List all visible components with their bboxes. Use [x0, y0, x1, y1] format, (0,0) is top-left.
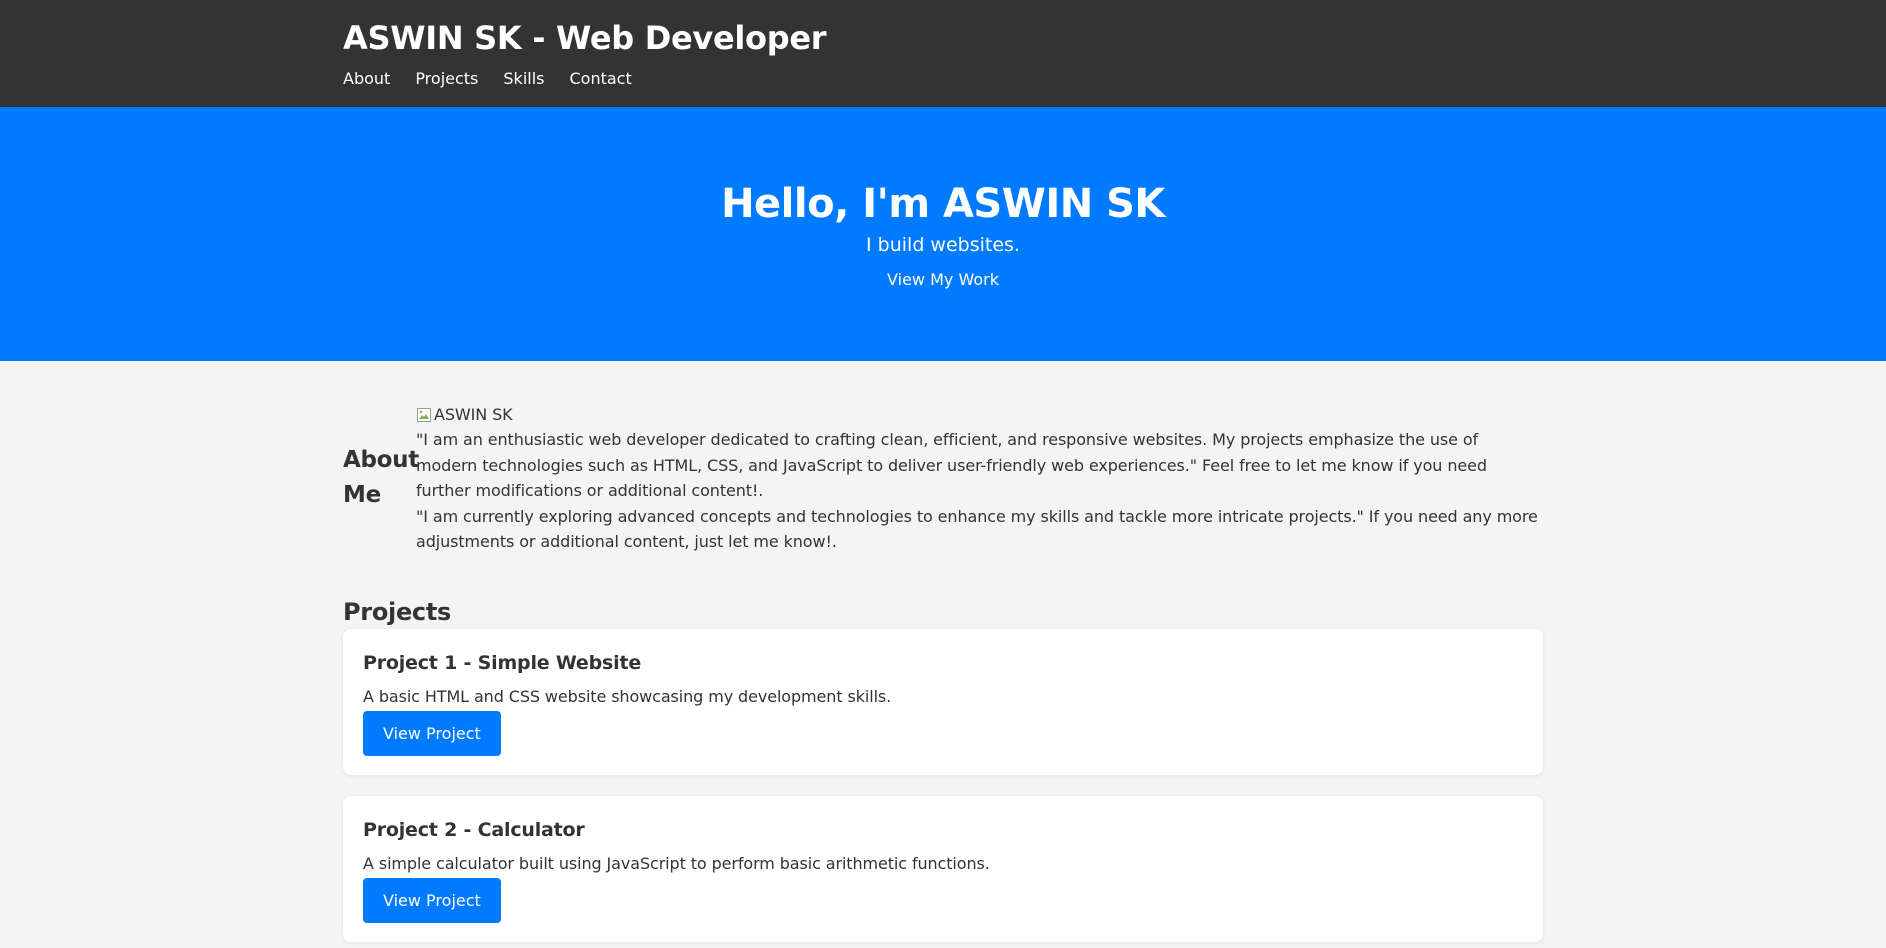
about-section: About Me ASWIN SK "I am an enthusiastic … — [343, 361, 1543, 555]
project-card: Project 2 - Calculator A simple calculat… — [343, 795, 1543, 942]
about-body: ASWIN SK "I am an enthusiastic web devel… — [416, 402, 1543, 555]
project-card: Project 1 - Simple Website A basic HTML … — [343, 628, 1543, 775]
profile-image: ASWIN SK — [416, 402, 1543, 427]
broken-image-icon — [417, 407, 431, 422]
view-project-button[interactable]: View Project — [363, 710, 501, 756]
view-my-work-link[interactable]: View My Work — [887, 270, 999, 290]
nav-link-skills[interactable]: Skills — [503, 69, 544, 89]
nav-link-projects[interactable]: Projects — [415, 69, 478, 89]
nav-link-about[interactable]: About — [343, 69, 390, 89]
hero-tagline: I build websites. — [866, 234, 1020, 256]
project-title: Project 1 - Simple Website — [363, 651, 642, 674]
profile-image-alt-text: ASWIN SK — [434, 404, 513, 424]
about-paragraph: "I am an enthusiastic web developer dedi… — [416, 430, 1487, 500]
nav-link-contact[interactable]: Contact — [569, 69, 631, 89]
project-description: A simple calculator built using JavaScri… — [363, 853, 990, 873]
site-header: ASWIN SK - Web Developer About Projects … — [0, 0, 1886, 107]
projects-heading: Projects — [343, 597, 452, 626]
site-title: ASWIN SK - Web Developer — [343, 19, 827, 57]
about-heading: About Me — [343, 447, 419, 509]
hero-heading: Hello, I'm ASWIN SK — [721, 181, 1165, 227]
hero-section: Hello, I'm ASWIN SK I build websites. Vi… — [0, 107, 1886, 361]
project-description: A basic HTML and CSS website showcasing … — [363, 686, 892, 706]
view-project-button[interactable]: View Project — [363, 877, 501, 923]
main-nav: About Projects Skills Contact — [343, 69, 1543, 89]
about-paragraph: "I am currently exploring advanced conce… — [416, 506, 1538, 552]
main-content: About Me ASWIN SK "I am an enthusiastic … — [343, 361, 1543, 942]
project-title: Project 2 - Calculator — [363, 818, 585, 841]
